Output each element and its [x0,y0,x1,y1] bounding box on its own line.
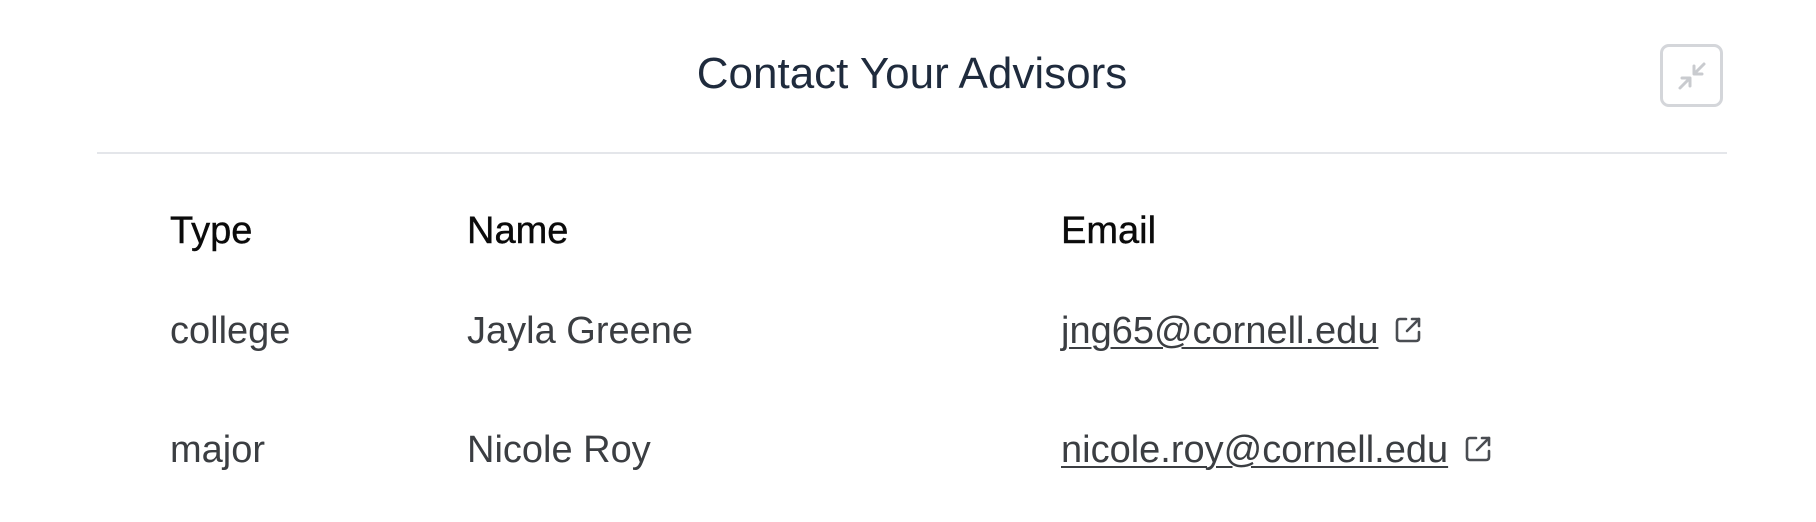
table-row: major Nicole Roy nicole.roy@cornell.edu [170,400,1494,500]
external-link-icon[interactable] [1462,433,1494,465]
header-type: Type [170,209,253,252]
modal-header: Contact Your Advisors [97,0,1727,154]
header-email: Email [1061,209,1157,252]
advisor-type: major [170,428,266,471]
collapse-button[interactable] [1660,44,1723,107]
modal-title: Contact Your Advisors [696,49,1128,98]
advisors-modal: Contact Your Advisors Type Name Email co… [0,0,1816,522]
advisor-name: Nicole Roy [467,428,651,471]
advisors-table: Type Name Email college Jayla Greene jng… [170,200,1494,500]
advisor-type: college [170,309,291,352]
table-row: college Jayla Greene jng65@cornell.edu [170,262,1494,400]
table-header-row: Type Name Email [170,200,1494,262]
advisor-email-cell: nicole.roy@cornell.edu [1061,400,1494,500]
header-name: Name [467,209,569,252]
external-link-icon[interactable] [1392,314,1424,346]
advisor-email-cell: jng65@cornell.edu [1061,262,1494,400]
collapse-arrows-icon [1678,62,1705,89]
advisor-email-link[interactable]: jng65@cornell.edu [1061,310,1378,352]
advisor-email-link[interactable]: nicole.roy@cornell.edu [1061,429,1448,471]
advisor-name: Jayla Greene [467,309,694,352]
